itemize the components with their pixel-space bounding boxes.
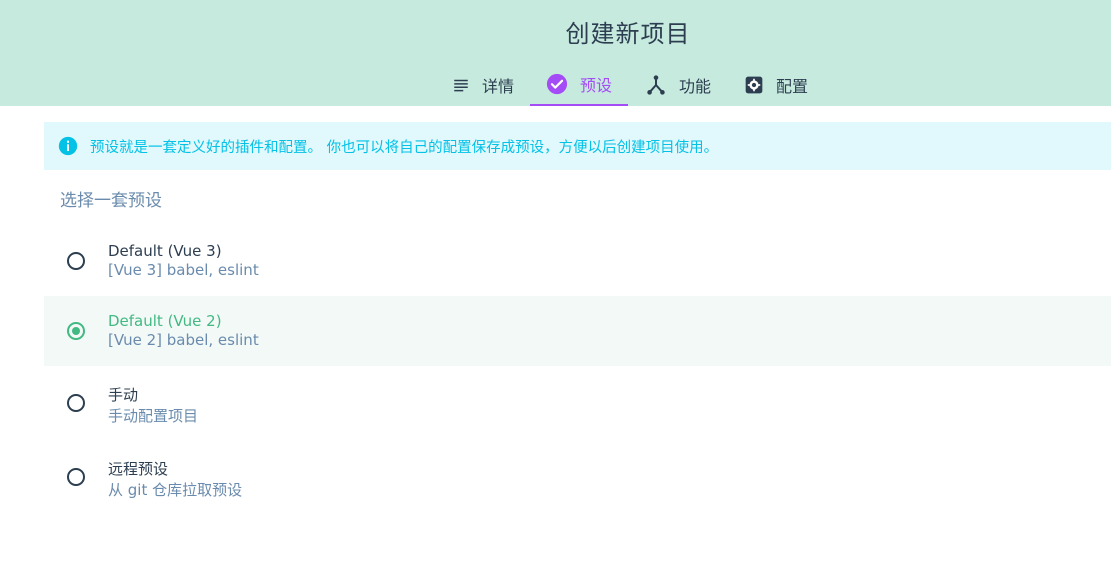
merge-type-icon (647, 75, 665, 95)
check-circle-icon (546, 73, 568, 95)
preset-name: 远程预设 (108, 460, 169, 478)
preset-description: 手动配置项目 (108, 407, 199, 425)
preset-section-title: 选择一套预设 (60, 191, 162, 211)
preset-description: 从 git 仓库拉取预设 (108, 481, 243, 499)
tab-details-label: 详情 (481, 77, 514, 96)
tab-presets[interactable]: 预设 (530, 64, 628, 106)
radio-button[interactable] (67, 252, 85, 270)
tab-features[interactable]: 功能 (636, 64, 720, 106)
info-banner: 预设就是一套定义好的插件和配置。 你也可以将自己的配置保存成预设，方便以后创建项… (44, 122, 1111, 170)
info-text: 预设就是一套定义好的插件和配置。 你也可以将自己的配置保存成预设，方便以后创建项… (90, 139, 719, 156)
preset-name: Default (Vue 2) (108, 312, 222, 330)
tab-presets-label: 预设 (579, 76, 612, 95)
tab-features-label: 功能 (678, 77, 711, 96)
page-title: 创建新项目 (565, 20, 691, 48)
preset-option-remote[interactable]: 远程预设 从 git 仓库拉取预设 (44, 442, 1111, 512)
info-icon (58, 136, 78, 156)
preset-description: [Vue 2] babel, eslint (108, 331, 259, 349)
preset-description: [Vue 3] babel, eslint (108, 261, 259, 279)
preset-option-vue3[interactable]: Default (Vue 3) [Vue 3] babel, eslint (44, 226, 1111, 296)
tab-config[interactable]: 配置 (734, 64, 818, 106)
radio-button[interactable] (67, 468, 85, 486)
preset-name: Default (Vue 3) (108, 242, 222, 260)
radio-button-selected[interactable] (67, 322, 85, 340)
radio-button[interactable] (67, 394, 85, 412)
preset-name: 手动 (108, 386, 139, 404)
preset-option-manual[interactable]: 手动 手动配置项目 (44, 368, 1111, 438)
header: 创建新项目 详情 预设 功能 配置 (0, 0, 1111, 106)
settings-gear-icon (745, 76, 763, 94)
tab-config-label: 配置 (775, 77, 808, 96)
tab-details[interactable]: 详情 (440, 64, 526, 106)
preset-option-vue2[interactable]: Default (Vue 2) [Vue 2] babel, eslint (44, 296, 1111, 366)
radio-dot (72, 327, 80, 335)
list-icon (454, 79, 468, 92)
